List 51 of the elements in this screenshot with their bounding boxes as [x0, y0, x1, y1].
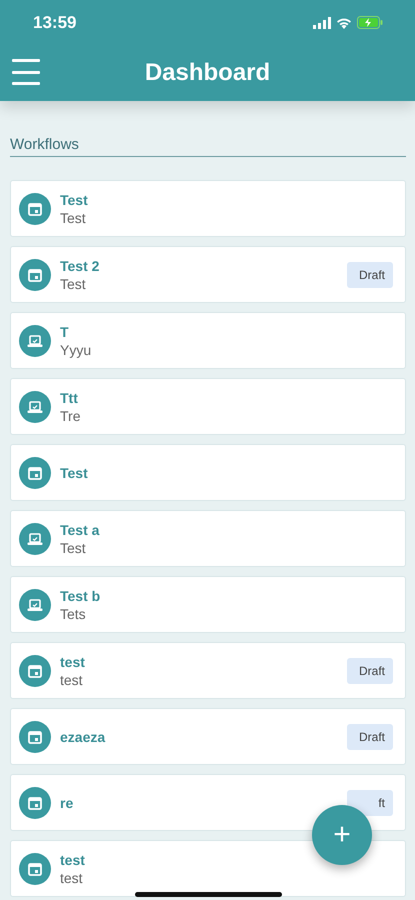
workflow-title: Test 2 [60, 258, 100, 274]
workflow-card[interactable]: Test b Tets [10, 576, 406, 633]
status-badge: Draft [347, 658, 393, 684]
workflow-title: Test [60, 464, 88, 480]
workflow-card[interactable]: Test Test [10, 180, 406, 237]
calendar-icon [28, 862, 42, 876]
calendar-icon [28, 202, 42, 216]
laptop-icon [27, 400, 43, 414]
calendar-icon [28, 796, 42, 810]
status-time: 13:59 [33, 12, 76, 32]
calendar-icon [28, 664, 42, 678]
calendar-icon [28, 268, 42, 282]
workflow-subtitle: Tre [60, 408, 80, 424]
workflow-card[interactable]: test test [10, 840, 406, 897]
calendar-icon [28, 730, 42, 744]
workflow-subtitle: Yyyu [60, 342, 92, 358]
status-badge: ft [347, 790, 393, 816]
workflow-subtitle: Test [60, 540, 86, 556]
menu-button[interactable] [12, 59, 40, 85]
wifi-icon [336, 16, 352, 28]
workflow-title: test [60, 852, 85, 868]
laptop-icon [27, 532, 43, 546]
status-badge: Draft [347, 262, 393, 288]
workflow-subtitle: Tets [60, 606, 86, 622]
workflow-card[interactable]: test test Draft [10, 642, 406, 699]
workflow-title: re [60, 794, 74, 810]
workflow-subtitle: Test [60, 276, 86, 292]
status-badge: Draft [347, 724, 393, 750]
workflow-card[interactable]: Test a Test [10, 510, 406, 567]
battery-charging-icon [357, 16, 383, 29]
workflow-subtitle: test [60, 870, 83, 886]
workflow-title: ezaeza [60, 728, 106, 744]
workflow-title: T [60, 324, 69, 340]
workflow-subtitle: test [60, 672, 83, 688]
workflow-card[interactable]: Test 2 Test Draft [10, 246, 406, 303]
calendar-icon [28, 466, 42, 480]
workflow-card[interactable]: T Yyyu [10, 312, 406, 369]
workflow-title: Test b [60, 588, 100, 604]
workflow-card[interactable]: ezaeza Draft [10, 708, 406, 765]
workflow-title: Ttt [60, 390, 78, 406]
laptop-icon [27, 598, 43, 612]
workflow-title: Test a [60, 522, 100, 538]
workflow-title: test [60, 654, 85, 670]
section-title: Workflows [10, 136, 406, 157]
workflow-title: Test [60, 192, 88, 208]
workflow-card[interactable]: Ttt Tre [10, 378, 406, 435]
workflow-card[interactable]: Test [10, 444, 406, 501]
laptop-icon [27, 334, 43, 348]
signal-icon [313, 16, 331, 28]
page-title: Dashboard [144, 59, 270, 87]
workflow-subtitle: Test [60, 210, 86, 226]
